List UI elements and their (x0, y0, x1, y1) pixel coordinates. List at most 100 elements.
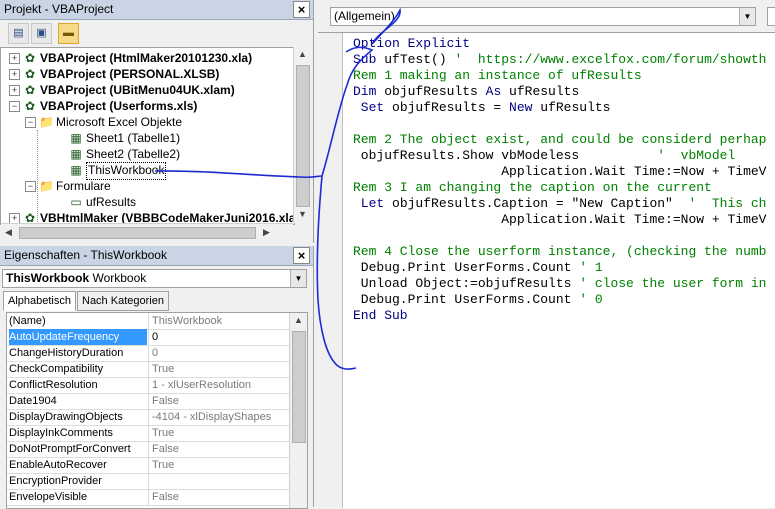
property-name: ConflictResolution (9, 379, 98, 391)
code-line[interactable]: Rem 3 I am changing the caption on the c… (353, 180, 712, 196)
worksheet-icon: ▦ (70, 131, 82, 145)
property-value[interactable]: 0 (148, 345, 293, 361)
property-name: DoNotPromptForConvert (9, 443, 131, 455)
property-row[interactable]: DoNotPromptForConvert False (7, 441, 289, 458)
tree-expander-icon[interactable]: + (9, 53, 20, 64)
code-line[interactable]: Option Explicit (353, 36, 470, 52)
tree-node-label[interactable]: ufResults (86, 194, 136, 210)
object-name: ThisWorkbook (6, 271, 90, 285)
code-token: objufResults.Show vbModeless (353, 148, 658, 163)
property-row[interactable]: Date1904 False (7, 393, 289, 410)
property-value[interactable]: False (148, 489, 293, 505)
property-row[interactable]: ChangeHistoryDuration 0 (7, 345, 289, 362)
code-line[interactable]: Application.Wait Time:=Now + TimeV (353, 212, 766, 228)
project-tree-vscroll[interactable]: ▲ ▼ (293, 47, 311, 223)
code-token: Unload Object:=objufResults (353, 276, 580, 291)
scroll-thumb[interactable] (296, 65, 310, 207)
scroll-up-icon[interactable]: ▲ (295, 47, 310, 62)
property-row[interactable]: ConflictResolution 1 - xlUserResolution (7, 377, 289, 394)
code-line[interactable]: Application.Wait Time:=Now + TimeV (353, 164, 766, 180)
tree-node-label[interactable]: VBAProject (HtmlMaker20101230.xla) (40, 50, 252, 66)
properties-grid[interactable]: (Name) ThisWorkbook AutoUpdateFrequency 0 Ch… (6, 312, 308, 509)
object-combo[interactable]: (Allgemein) ▼ (330, 7, 756, 26)
code-line[interactable]: objufResults.Show vbModeless ' vbModel (353, 148, 735, 164)
scroll-thumb[interactable] (292, 331, 306, 443)
tab-alphabetisch[interactable]: Alphabetisch (3, 291, 76, 311)
properties-vscroll[interactable]: ▲ (289, 313, 307, 508)
chevron-down-icon[interactable]: ▼ (290, 270, 306, 287)
property-row[interactable]: DisplayInkComments True (7, 425, 289, 442)
tree-node-label[interactable]: VBAProject (Userforms.xls) (40, 98, 197, 114)
code-line[interactable]: Debug.Print UserForms.Count ' 0 (353, 292, 603, 308)
userform-icon: ▭ (70, 195, 82, 209)
code-token: ufResults (509, 84, 580, 99)
property-value[interactable]: 0 (148, 329, 293, 345)
property-value[interactable]: 1 - xlUserResolution (148, 377, 293, 393)
property-row[interactable]: DisplayDrawingObjects -4104 - xlDisplaySh… (7, 409, 289, 426)
tree-expander-icon[interactable]: + (9, 85, 20, 96)
procedure-combo[interactable]: ▼ (767, 7, 775, 26)
property-value[interactable]: False (148, 393, 293, 409)
property-row[interactable]: EnableAutoRecover True (7, 457, 289, 474)
code-line[interactable]: Debug.Print UserForms.Count ' 1 (353, 260, 603, 276)
property-value[interactable]: False (148, 441, 293, 457)
scroll-up-icon[interactable]: ▲ (291, 313, 306, 328)
property-row[interactable]: EnvelopeVisible False (7, 489, 289, 506)
property-value[interactable] (148, 473, 293, 489)
property-name: CheckCompatibility (9, 363, 104, 375)
tree-node-label[interactable]: VBAProject (UBitMenu04UK.xlam) (40, 82, 235, 98)
properties-window: Eigenschaften - ThisWorkbook × ThisWorkb… (0, 246, 314, 509)
property-value[interactable]: True (148, 457, 293, 473)
property-value[interactable]: -4104 - xlDisplayShapes (148, 409, 293, 425)
scroll-down-icon[interactable]: ▼ (295, 207, 310, 222)
tree-node-label[interactable]: Sheet1 (Tabelle1) (86, 130, 180, 146)
code-token: ufTest() (384, 52, 455, 67)
code-token: Application.Wait Time:=Now + TimeV (353, 164, 767, 179)
tree-node-label[interactable]: Formulare (56, 178, 111, 194)
code-line[interactable]: Rem 1 making an instance of ufResults (353, 68, 642, 84)
code-line[interactable]: Rem 2 The object exist, and could be con… (353, 132, 766, 148)
project-tree-hscroll[interactable]: ◀ ▶ (1, 223, 293, 241)
tree-node-label[interactable]: VBAProject (PERSONAL.XLSB) (40, 66, 219, 82)
close-properties-icon[interactable]: × (293, 247, 310, 264)
tree-expander-icon[interactable]: + (9, 69, 20, 80)
code-token: Rem 4 Close the userform instance, (chec… (353, 244, 767, 259)
close-project-icon[interactable]: × (293, 1, 310, 18)
tree-expander-icon[interactable]: − (25, 181, 36, 192)
view-object-icon[interactable]: ▣ (31, 23, 52, 44)
object-select[interactable]: ThisWorkbook Workbook ▼ (2, 269, 307, 288)
property-value[interactable]: True (148, 361, 293, 377)
toggle-folders-icon[interactable]: ▬ (58, 23, 79, 44)
view-code-icon[interactable]: ▤ (8, 23, 29, 44)
scroll-right-icon[interactable]: ▶ (259, 225, 274, 240)
code-line[interactable]: Unload Object:=objufResults ' close the … (353, 276, 767, 292)
project-tree[interactable]: + ✿ VBAProject (HtmlMaker20101230.xla) + ✿ VB… (0, 47, 295, 225)
code-token: ' close the user form in (579, 276, 767, 291)
property-row[interactable]: EncryptionProvider (7, 473, 289, 490)
property-row[interactable]: CheckCompatibility True (7, 361, 289, 378)
code-line[interactable]: End Sub (353, 308, 408, 324)
tab-nach-kategorien[interactable]: Nach Kategorien (77, 291, 169, 311)
project-title-text: Projekt - VBAProject (4, 2, 114, 16)
code-line[interactable]: Set objufResults = New ufResults (353, 100, 611, 116)
code-line[interactable]: Let objufResults.Caption = "New Caption"… (353, 196, 767, 212)
scroll-left-icon[interactable]: ◀ (1, 225, 16, 240)
project-toolbar: ▤ ▣ ▬ (0, 20, 313, 47)
property-value[interactable]: ThisWorkbook (148, 313, 293, 329)
tree-expander-icon[interactable]: − (9, 101, 20, 112)
tree-expander-icon[interactable]: − (25, 117, 36, 128)
code-token: As (485, 84, 510, 99)
properties-title: Eigenschaften - ThisWorkbook × (0, 246, 313, 266)
property-row[interactable]: (Name) ThisWorkbook (7, 313, 289, 330)
hscroll-thumb[interactable] (19, 227, 256, 239)
chevron-down-icon[interactable]: ▼ (739, 8, 755, 25)
code-line[interactable]: Rem 4 Close the userform instance, (chec… (353, 244, 766, 260)
property-row[interactable]: AutoUpdateFrequency 0 (7, 329, 289, 346)
code-editor[interactable]: Option Explicit Sub ufTest() ' https://ww… (318, 32, 775, 508)
code-line[interactable]: Sub ufTest() ' https://www.excelfox.com/… (353, 52, 767, 68)
code-line[interactable]: Dim objufResults As ufResults (353, 84, 579, 100)
property-value[interactable]: True (148, 425, 293, 441)
tree-node-label[interactable]: Sheet2 (Tabelle2) (86, 146, 180, 162)
property-name: EnvelopeVisible (9, 491, 88, 503)
tree-node-label[interactable]: Microsoft Excel Objekte (56, 114, 182, 130)
